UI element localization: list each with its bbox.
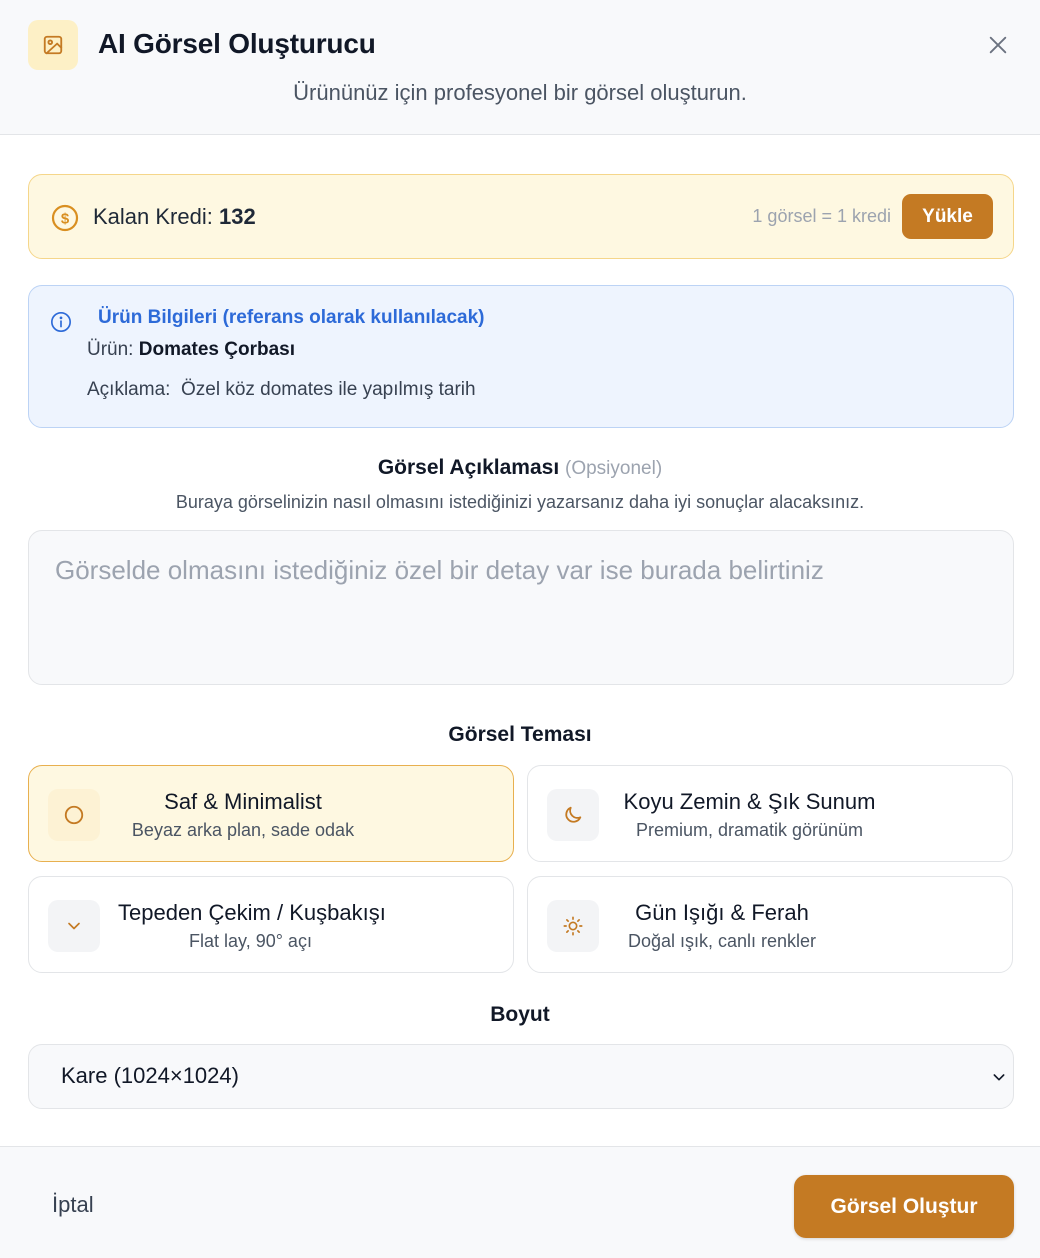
chevron-down-icon [48, 900, 100, 952]
product-info-title: Ürün Bilgileri (referans olarak kullanıl… [98, 307, 485, 328]
close-button[interactable] [984, 31, 1012, 59]
credit-rate: 1 görsel = 1 kredi [752, 206, 891, 226]
product-description: Özel köz domates ile yapılmış tarih [180, 379, 476, 400]
product-description-line: Açıklama: Özel köz domates ile yapılmış … [87, 379, 476, 400]
size-title: Boyut [490, 1003, 550, 1026]
theme-name: Koyu Zemin & Şık Sunum [623, 789, 876, 814]
image-description-title: Görsel Açıklaması (Opsiyonel) [377, 456, 663, 479]
credit-label: Kalan Kredi: 132 [93, 204, 256, 229]
theme-title: Görsel Teması [448, 723, 592, 746]
image-description-input[interactable] [28, 530, 1014, 685]
chevron-down-icon [993, 1074, 1005, 1081]
close-icon [989, 36, 1007, 54]
credit-value: 132 [218, 204, 256, 229]
theme-description: Doğal ışık, canlı renkler [627, 931, 817, 951]
cancel-button[interactable]: İptal [52, 1192, 94, 1218]
circle-icon [48, 789, 100, 841]
dialog-header: AI Görsel Oluşturucu Ürününüz için profe… [0, 0, 1040, 135]
dialog-subtitle: Ürününüz için profesyonel bir görsel olu… [293, 80, 747, 105]
theme-name: Tepeden Çekim / Kuşbakışı [118, 900, 386, 925]
create-image-button[interactable]: Görsel Oluştur [794, 1175, 1014, 1238]
image-description-hint: Buraya görselinizin nasıl olmasını isted… [175, 492, 865, 512]
product-name: Domates Çorbası [138, 339, 296, 360]
theme-name: Saf & Minimalist [164, 789, 322, 814]
credit-panel: $ Kalan Kredi: 132 1 görsel = 1 kredi Yü… [28, 174, 1014, 259]
dollar-coin-icon: $ [51, 204, 79, 232]
svg-text:$: $ [61, 211, 70, 228]
theme-option-dark[interactable]: Koyu Zemin & Şık Sunum Premium, dramatik… [527, 765, 1013, 862]
theme-name: Gün Işığı & Ferah [635, 900, 809, 925]
load-credit-button[interactable]: Yükle [902, 194, 993, 239]
theme-option-daylight[interactable]: Gün Işığı & Ferah Doğal ışık, canlı renk… [527, 876, 1013, 973]
dialog-footer: İptal Görsel Oluştur [0, 1146, 1040, 1258]
dialog-title: AI Görsel Oluşturucu [98, 28, 376, 59]
info-icon [51, 312, 71, 332]
theme-option-minimalist[interactable]: Saf & Minimalist Beyaz arka plan, sade o… [28, 765, 514, 862]
optional-label: (Opsiyonel) [565, 458, 663, 479]
moon-icon [547, 789, 599, 841]
theme-description: Beyaz arka plan, sade odak [131, 820, 355, 840]
size-select-value: Kare (1024×1024) [61, 1063, 239, 1088]
theme-option-flat-lay[interactable]: Tepeden Çekim / Kuşbakışı Flat lay, 90° … [28, 876, 514, 973]
theme-description: Premium, dramatik görünüm [635, 820, 864, 840]
theme-description: Flat lay, 90° açı [189, 931, 312, 951]
image-icon [28, 20, 78, 70]
product-name-line: Ürün: Domates Çorbası [87, 339, 296, 360]
size-select[interactable]: Kare (1024×1024) [28, 1044, 1014, 1109]
product-info-panel: Ürün Bilgileri (referans olarak kullanıl… [28, 285, 1014, 428]
sun-icon [547, 900, 599, 952]
